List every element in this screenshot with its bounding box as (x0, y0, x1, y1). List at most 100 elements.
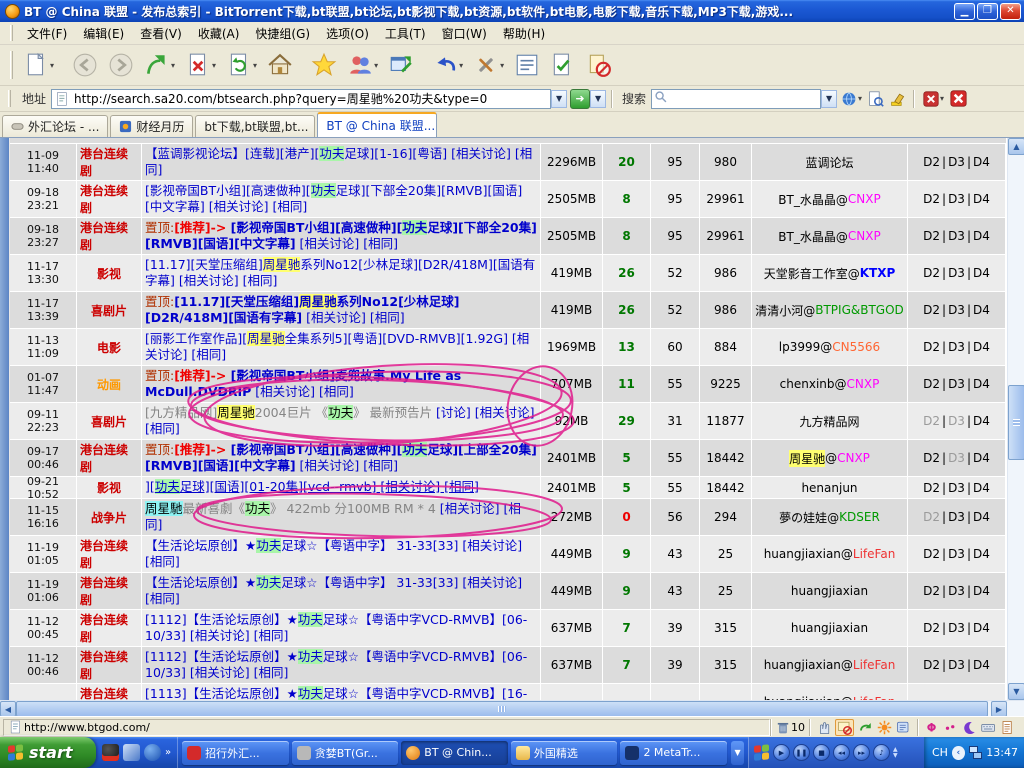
cell-category[interactable]: 港台连续剧 (77, 181, 142, 218)
cell-category[interactable]: 影视 (77, 255, 142, 292)
start-button[interactable]: start (0, 737, 96, 768)
download-link-D3[interactable]: D3 (948, 266, 965, 280)
refresh-button[interactable]: ▾ (222, 49, 261, 81)
download-link-D4[interactable]: D4 (973, 547, 990, 561)
cell-publisher[interactable]: huangjiaxian (752, 610, 908, 647)
cell-publisher[interactable]: huangjiaxian (752, 573, 908, 610)
cell-title-link[interactable]: 【生活论坛原创】★功夫足球☆【粤语中字】 31-33[33] [相关讨论] [相… (142, 536, 541, 573)
download-link-D4[interactable]: D4 (973, 451, 990, 465)
tools-button[interactable]: ▾ (469, 49, 508, 81)
vertical-scroll-thumb[interactable] (1008, 385, 1024, 460)
favorites-button[interactable] (307, 49, 341, 81)
forward-button[interactable] (104, 49, 138, 81)
close-button[interactable]: ✕ (1000, 3, 1021, 20)
menu-item-2[interactable]: 查看(V) (132, 23, 190, 44)
menu-item-3[interactable]: 收藏(A) (190, 23, 248, 44)
menu-item-1[interactable]: 编辑(E) (75, 23, 132, 44)
download-link-D2[interactable]: D2 (923, 377, 940, 391)
download-link-D3[interactable]: D3 (948, 414, 965, 428)
plugin-doc-icon[interactable] (1000, 720, 1015, 735)
cell-publisher[interactable]: lp3999@CN5566 (752, 329, 908, 366)
play-button[interactable]: ▶ (773, 744, 790, 761)
maxthon-icon[interactable] (144, 744, 161, 761)
taskbar-button-3[interactable]: 外国精选 (511, 741, 618, 765)
taskbar-button-1[interactable]: 贪婪BT(Gr... (292, 741, 399, 765)
cell-download-links[interactable]: D2 | D3 | D4 (908, 144, 1006, 181)
cell-publisher[interactable]: BT_水晶晶@CNXP (752, 218, 908, 255)
cell-download-links[interactable]: D2 | D3 | D4 (908, 218, 1006, 255)
download-link-D3[interactable]: D3 (948, 584, 965, 598)
external-button[interactable] (384, 49, 418, 81)
cell-category[interactable]: 动画 (77, 366, 142, 403)
cell-title-link[interactable]: [九方精品网]周星驰2004巨片 《功夫》 最新预告片 [讨论] [相关讨论] … (142, 403, 541, 440)
address-input[interactable]: http://search.sa20.com/btsearch.php?quer… (51, 89, 551, 109)
download-link-D2[interactable]: D2 (923, 584, 940, 598)
cell-download-links[interactable]: D2 | D3 | D4 (908, 610, 1006, 647)
cell-download-links[interactable]: D2 | D3 | D4 (908, 440, 1006, 477)
network-icon[interactable] (969, 746, 983, 759)
download-link-D4[interactable]: D4 (973, 658, 990, 672)
horizontal-scrollbar[interactable]: ◀ ▶ (0, 700, 1024, 716)
quick-launch-overflow-icon[interactable]: » (165, 747, 171, 758)
download-link-D2[interactable]: D2 (923, 303, 940, 317)
cell-title-link[interactable]: [1112]【生活论坛原创】★功夫足球☆【粤语中字VCD-RMVB】[06-10… (142, 647, 541, 684)
cell-publisher[interactable]: BT_水晶晶@CNXP (752, 181, 908, 218)
go-up-button[interactable]: ▾ (140, 49, 179, 81)
go-dropdown[interactable]: ▼ (590, 90, 606, 108)
menu-item-0[interactable]: 文件(F) (19, 23, 75, 44)
volume-button[interactable]: ♪ (873, 744, 890, 761)
download-link-D2[interactable]: D2 (923, 451, 940, 465)
download-link-D4[interactable]: D4 (973, 155, 990, 169)
popup-blocker-icon[interactable] (835, 719, 854, 736)
search-input[interactable] (651, 89, 821, 109)
cell-publisher[interactable]: huangjiaxian@LifeFan (752, 684, 908, 700)
edit-button[interactable] (546, 49, 580, 81)
download-link-D2[interactable]: D2 (923, 340, 940, 354)
cell-title-link[interactable]: [1113]【生活论坛原创】★功夫足球☆【粤语中字VCD-RMVB】[16- (142, 684, 541, 700)
scroll-right-button[interactable]: ▶ (991, 701, 1007, 717)
download-link-D4[interactable]: D4 (973, 510, 990, 524)
cell-category[interactable]: 港台连续剧 (77, 440, 142, 477)
download-link-D4[interactable]: D4 (973, 229, 990, 243)
cell-publisher[interactable]: henanjun (752, 477, 908, 499)
minimize-button[interactable]: ▁ (954, 3, 975, 20)
download-link-D2[interactable]: D2 (923, 414, 940, 428)
search-dropdown[interactable]: ▼ (821, 90, 837, 108)
cell-category[interactable]: 港台连续剧 (77, 610, 142, 647)
download-link-D4[interactable]: D4 (973, 340, 990, 354)
taskbar-button-4[interactable]: 2 MetaTr... (620, 741, 727, 765)
menu-item-6[interactable]: 工具(T) (377, 23, 434, 44)
download-link-D2[interactable]: D2 (923, 266, 940, 280)
download-link-D3[interactable]: D3 (948, 340, 965, 354)
refresh-arrow-icon[interactable] (858, 720, 873, 735)
download-link-D4[interactable]: D4 (973, 621, 990, 635)
cell-category[interactable]: 喜剧片 (77, 292, 142, 329)
cell-download-links[interactable]: D2 | D3 | D4 (908, 292, 1006, 329)
scroll-left-button[interactable]: ◀ (0, 701, 16, 717)
cell-publisher[interactable]: 清清小河@BTPIG&BTGOD (752, 292, 908, 329)
cell-category[interactable]: 影视 (77, 477, 142, 499)
cell-download-links[interactable]: D2 | D3 | D4 (908, 255, 1006, 292)
cell-publisher[interactable]: 九方精品网 (752, 403, 908, 440)
download-link-D4[interactable]: D4 (973, 481, 990, 495)
back-button[interactable] (68, 49, 102, 81)
cell-download-links[interactable]: D2 | D3 | D4 (908, 366, 1006, 403)
groups-button[interactable]: ▾ (343, 49, 382, 81)
download-link-D3[interactable]: D3 (948, 377, 965, 391)
download-link-D2[interactable]: D2 (923, 229, 940, 243)
find-in-page-button[interactable] (866, 90, 886, 108)
cell-category[interactable]: 港台连续剧 (77, 573, 142, 610)
cell-download-links[interactable]: D2 | D3 | D4 (908, 403, 1006, 440)
next-button[interactable]: ▸▸ (853, 744, 870, 761)
download-link-D2[interactable]: D2 (923, 192, 940, 206)
cell-publisher[interactable]: huangjiaxian@LifeFan (752, 536, 908, 573)
language-indicator[interactable]: CH (932, 746, 948, 759)
menu-item-4[interactable]: 快捷组(G) (247, 23, 318, 44)
download-link-D3[interactable]: D3 (948, 547, 965, 561)
close-all-button[interactable] (948, 89, 969, 108)
download-link-D3[interactable]: D3 (948, 510, 965, 524)
download-link-D3[interactable]: D3 (948, 155, 965, 169)
go-button[interactable]: ➜ (570, 89, 590, 109)
download-link-D4[interactable]: D4 (973, 192, 990, 206)
forms-button[interactable] (510, 49, 544, 81)
